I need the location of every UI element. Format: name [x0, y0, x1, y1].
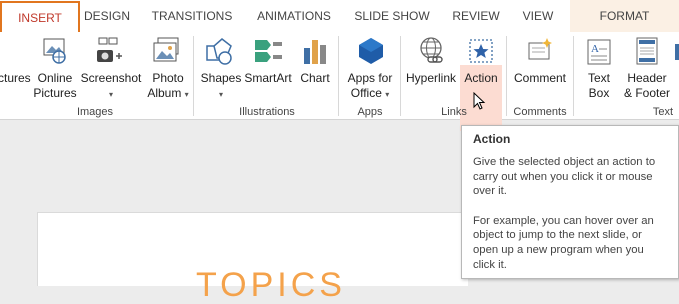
group-label-text: Text — [652, 106, 674, 118]
comment-label: Comment — [513, 71, 566, 85]
hyperlink-label: Hyperlink — [405, 71, 456, 85]
group-label-illustrations: Illustrations — [239, 106, 295, 118]
smartart-icon — [255, 40, 282, 62]
smartart-button[interactable]: SmartArt — [242, 32, 294, 102]
chart-label: Chart — [300, 71, 330, 85]
wordart-icon-partial — [675, 44, 679, 60]
tab-format[interactable]: FORMAT — [570, 0, 679, 32]
comment-button[interactable]: Comment — [510, 32, 570, 102]
ribbon-tab-bar: INSERT DESIGN TRANSITIONS ANIMATIONS SLI… — [0, 0, 679, 32]
group-separator — [573, 36, 574, 116]
tab-transitions[interactable]: TRANSITIONS — [148, 0, 236, 32]
photo-album-icon — [153, 37, 179, 62]
smartart-label: SmartArt — [244, 71, 292, 85]
text-box-button[interactable]: A Text Box — [578, 32, 620, 102]
group-separator — [400, 36, 401, 116]
header-footer-button[interactable]: Header & Footer — [620, 32, 674, 102]
group-separator — [338, 36, 339, 116]
slide-title: TOPICS — [196, 266, 346, 304]
hyperlink-icon — [420, 37, 443, 63]
text-box-label: Text Box — [587, 71, 610, 100]
tab-slide-show[interactable]: SLIDE SHOW — [352, 0, 432, 32]
apps-for-office-label: Apps for Office ▾ — [347, 71, 393, 100]
tooltip-description: Give the selected object an action to ca… — [473, 156, 656, 198]
action-tooltip: Action Give the selected object an actio… — [461, 125, 679, 279]
tooltip-example: For example, you can hover over an objec… — [473, 214, 654, 271]
shapes-button[interactable]: Shapes ▾ — [200, 32, 242, 102]
mouse-cursor-icon — [473, 92, 486, 110]
chart-icon — [304, 40, 326, 64]
tab-review[interactable]: REVIEW — [448, 0, 504, 32]
shapes-icon — [206, 38, 232, 65]
header-footer-icon — [636, 37, 658, 65]
shapes-label: Shapes ▾ — [200, 71, 242, 99]
screenshot-label: Screenshot ▾ — [80, 71, 142, 99]
comment-icon — [528, 38, 552, 60]
chevron-down-icon: ▾ — [385, 90, 390, 99]
online-pictures-label: Online Pictures — [33, 71, 77, 100]
chevron-down-icon: ▾ — [184, 90, 189, 99]
screenshot-icon — [97, 37, 122, 62]
group-separator — [193, 36, 194, 116]
tab-animations[interactable]: ANIMATIONS — [252, 0, 336, 32]
group-label-apps: Apps — [357, 106, 383, 118]
ribbon-insert: ctures Online Pictures Screenshot ▾ Photo A… — [0, 32, 679, 131]
photo-album-label: Photo Album ▾ — [147, 71, 189, 100]
online-pictures-icon — [43, 38, 66, 64]
tab-insert[interactable]: INSERT — [0, 1, 80, 32]
pictures-label: ctures — [0, 71, 31, 85]
tooltip-title: Action — [473, 132, 511, 146]
tab-design[interactable]: DESIGN — [82, 0, 132, 32]
text-box-icon: A — [587, 39, 611, 65]
header-footer-label: Header & Footer — [623, 71, 671, 100]
chevron-down-icon: ▾ — [218, 90, 223, 99]
apps-for-office-icon — [359, 38, 383, 64]
svg-text:A: A — [591, 43, 599, 55]
group-label-links: Links — [441, 106, 467, 118]
tab-view[interactable]: VIEW — [518, 0, 558, 32]
action-icon — [469, 39, 493, 63]
chart-button[interactable]: Chart — [296, 32, 334, 102]
screenshot-button[interactable]: Screenshot ▾ — [79, 32, 143, 102]
group-label-images: Images — [76, 106, 114, 118]
pictures-button[interactable]: ctures — [0, 32, 31, 102]
photo-album-button[interactable]: Photo Album ▾ — [143, 32, 193, 102]
chevron-down-icon: ▾ — [108, 90, 113, 99]
online-pictures-button[interactable]: Online Pictures — [32, 32, 78, 102]
group-separator — [506, 36, 507, 116]
hyperlink-button[interactable]: Hyperlink — [404, 32, 458, 102]
action-label: Action — [464, 71, 498, 85]
group-label-comments: Comments — [513, 106, 567, 118]
overflow-button-partial[interactable] — [674, 32, 679, 102]
apps-for-office-button[interactable]: Apps for Office ▾ — [342, 32, 398, 102]
